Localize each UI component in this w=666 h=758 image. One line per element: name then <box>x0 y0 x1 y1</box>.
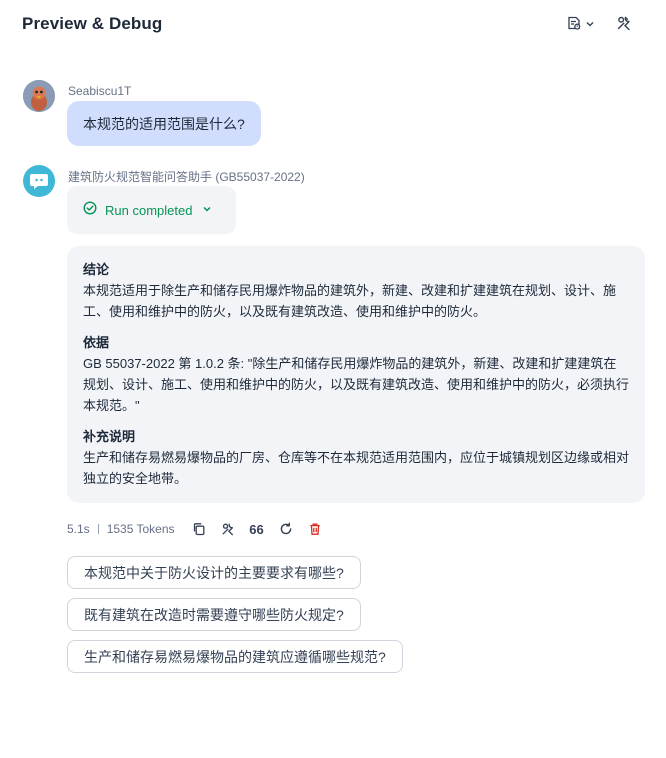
wrench-icon <box>616 15 632 36</box>
section-heading-notes: 补充说明 <box>83 429 136 444</box>
section-heading-basis: 依据 <box>83 335 110 350</box>
run-status-toggle[interactable]: Run completed <box>67 186 236 234</box>
debug-tools-button[interactable] <box>616 14 632 36</box>
run-status-label: Run completed <box>105 202 193 218</box>
suggested-question-1[interactable]: 本规范中关于防火设计的主要要求有哪些? <box>67 556 361 589</box>
meta-divider <box>97 524 99 534</box>
regenerate-icon[interactable] <box>278 521 294 537</box>
section-body-conclusion: 本规范适用于除生产和储存民用爆炸物品的建筑外，新建、改建和扩建建筑在规划、设计、… <box>83 283 617 319</box>
bot-answer-bubble: 结论 本规范适用于除生产和储存民用爆炸物品的建筑外，新建、改建和扩建建筑在规划、… <box>67 246 645 503</box>
section-body-basis: GB 55037-2022 第 1.0.2 条: "除生产和储存民用爆炸物品的建… <box>83 356 630 413</box>
latency-text: 5.1s <box>67 522 90 536</box>
token-count: 1535 Tokens <box>106 522 175 536</box>
panel-header: Preview & Debug <box>0 0 666 52</box>
copy-icon[interactable] <box>191 521 207 537</box>
quote-icon[interactable]: 66 <box>249 521 265 537</box>
user-avatar <box>23 80 55 112</box>
chevron-down-icon <box>202 201 212 219</box>
bot-avatar <box>23 165 55 197</box>
file-variables-icon <box>566 15 582 36</box>
user-name: Seabiscu1T <box>68 84 132 98</box>
suggested-question-2[interactable]: 既有建筑在改造时需要遵守哪些防火规定? <box>67 598 361 631</box>
variables-dropdown-button[interactable] <box>566 14 595 36</box>
wrench-icon[interactable] <box>220 521 236 537</box>
message-meta-bar: 5.1s 1535 Tokens 66 <box>67 519 323 539</box>
chevron-down-icon <box>585 16 595 34</box>
page-title: Preview & Debug <box>22 14 163 33</box>
section-heading-conclusion: 结论 <box>83 262 110 277</box>
section-body-notes: 生产和储存易燃易爆物品的厂房、仓库等不在本规范适用范围内，应位于城镇规划区边缘或… <box>83 450 630 486</box>
check-circle-icon <box>83 200 97 220</box>
trash-icon[interactable] <box>307 521 323 537</box>
user-message-bubble: 本规范的适用范围是什么? <box>67 101 261 146</box>
suggested-question-3[interactable]: 生产和储存易燃易爆物品的建筑应遵循哪些规范? <box>67 640 403 673</box>
bot-name: 建筑防火规范智能问答助手 (GB55037-2022) <box>68 170 305 184</box>
